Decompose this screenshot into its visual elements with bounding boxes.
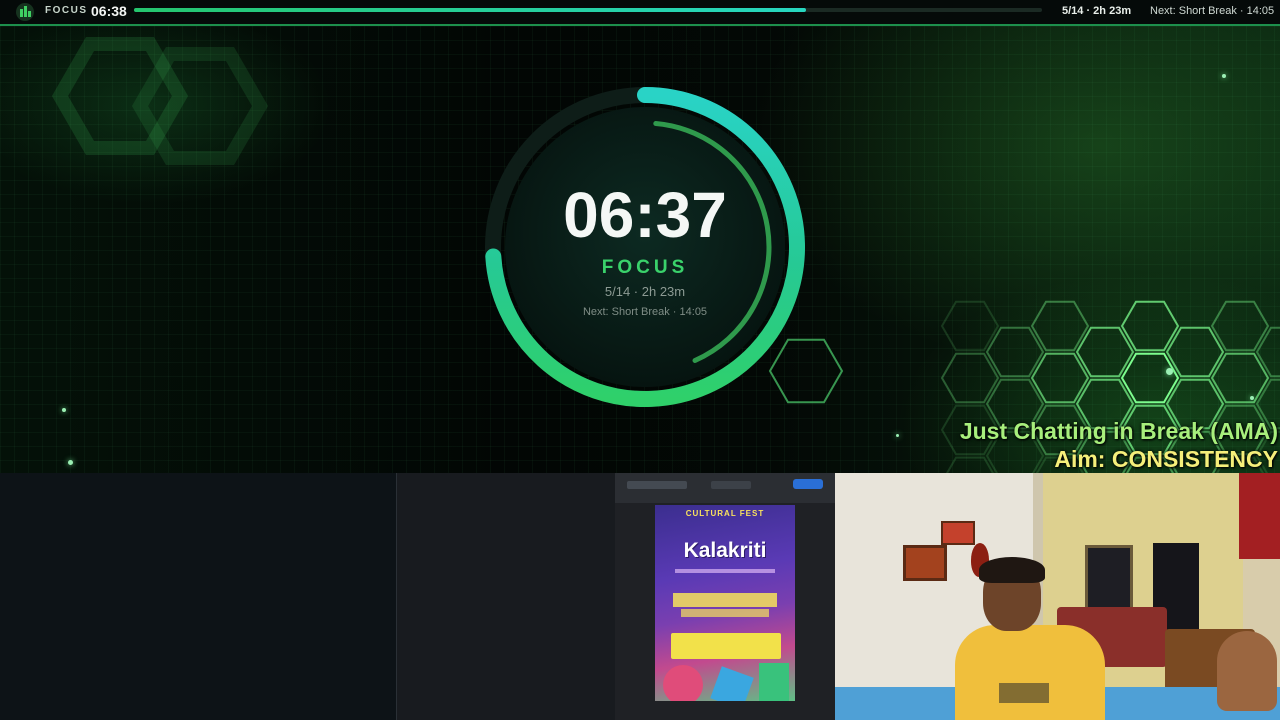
hexagon-shape <box>1120 300 1180 352</box>
particle-dot <box>62 408 66 412</box>
app-logo-icon <box>16 3 34 21</box>
event-poster-image: CULTURAL FEST Kalakriti <box>655 505 795 701</box>
timer-session-info: 5/14 · 2h 23m <box>604 284 686 299</box>
particle-dot <box>1166 368 1173 375</box>
timer-next-info: Next: Short Break · 14:05 <box>582 306 708 318</box>
hero-background: 06:37 FOCUS 5/14 · 2h 23m Next: Short Br… <box>0 26 1280 473</box>
hexagon-shape <box>940 352 1000 404</box>
browser-toolbar <box>615 473 835 503</box>
timer-mode: FOCUS <box>601 257 689 278</box>
timer-countdown: 06:37 <box>563 179 727 251</box>
hexagon-shape <box>1030 352 1090 404</box>
particle-dot <box>896 434 899 437</box>
hexagon-shape <box>1075 326 1135 378</box>
webcam-feed <box>835 473 1280 720</box>
particle-dot <box>1250 396 1254 400</box>
particle-dot <box>68 460 73 465</box>
hexagon-shape <box>1165 326 1225 378</box>
browser-tab <box>627 481 687 489</box>
hexagon-shape <box>1255 326 1280 378</box>
hexagon-shape <box>940 300 1000 352</box>
hexagon-shape <box>1030 300 1090 352</box>
browser-screenshare: CULTURAL FEST Kalakriti <box>615 473 835 720</box>
mode-label: FOCUS <box>45 5 88 16</box>
share-button <box>793 479 823 489</box>
poster-fest-label: CULTURAL FEST <box>685 509 765 518</box>
next-break-info: Next: Short Break · 14:05 <box>1150 5 1275 17</box>
particle-dot <box>1222 74 1226 78</box>
hexagon-shape <box>1210 352 1270 404</box>
session-progress-fill <box>134 8 806 12</box>
stream-activity-text: Just Chatting in Break (AMA) <box>959 418 1278 444</box>
hexagon-shape <box>1120 352 1180 404</box>
browser-tab <box>711 481 751 489</box>
session-progress-bar <box>134 8 1042 12</box>
stream-aim-text: Aim: CONSISTENCY <box>1054 446 1278 472</box>
focus-timer: 06:37 FOCUS 5/14 · 2h 23m Next: Short Br… <box>480 82 810 412</box>
topbar-time: 06:38 <box>91 3 127 19</box>
code-editor-screenshare <box>0 473 397 720</box>
ide-screenshare <box>397 473 615 720</box>
hexagon-shape <box>131 47 269 165</box>
top-status-bar: FOCUS 06:38 5/14 · 2h 23m Next: Short Br… <box>0 0 1280 26</box>
hexagon-shape <box>985 326 1045 378</box>
hexagon-shape <box>1210 300 1270 352</box>
poster-title: Kalakriti <box>683 539 767 562</box>
session-info: 5/14 · 2h 23m <box>1062 5 1132 17</box>
